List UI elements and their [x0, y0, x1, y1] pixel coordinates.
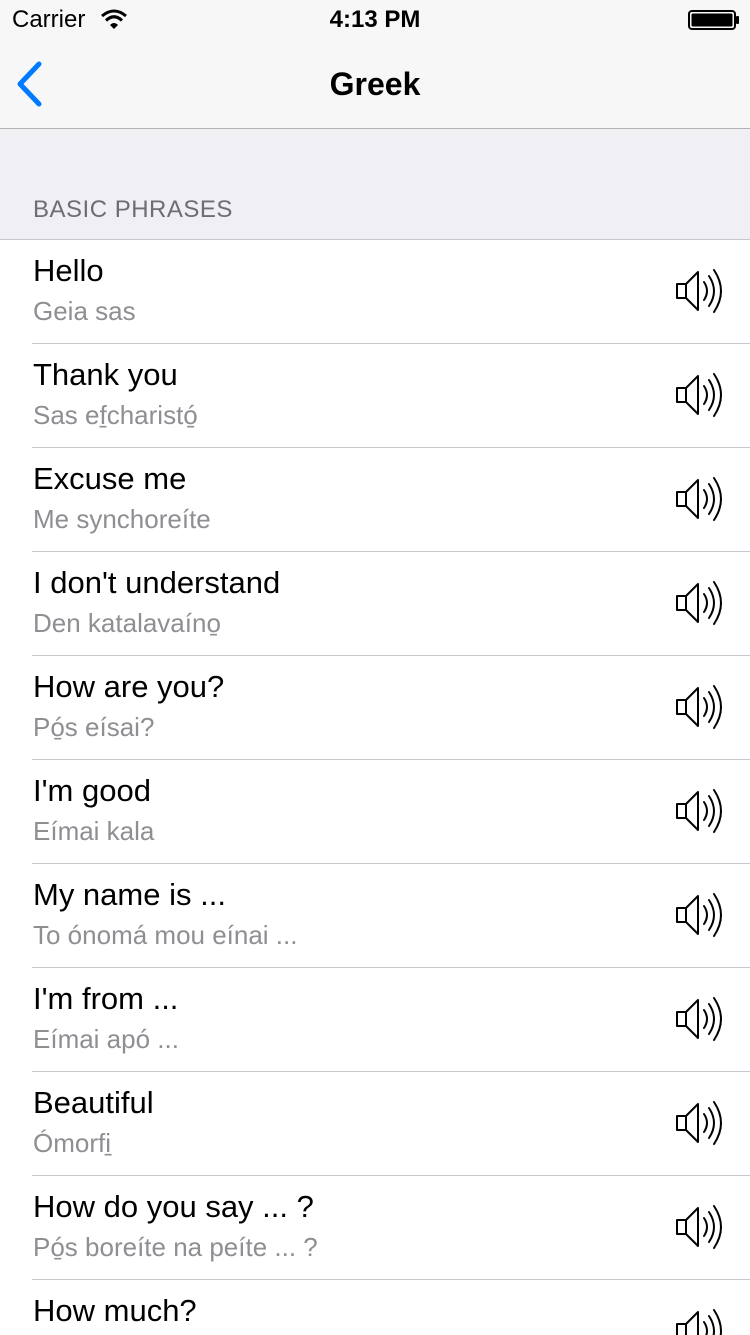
phrase-transliteration: Ómorfi̱	[33, 1128, 111, 1158]
phrase-row[interactable]: Beautiful Ómorfi̱	[0, 1072, 750, 1176]
clock: 4:13 PM	[329, 6, 421, 33]
speaker-icon[interactable]	[674, 1099, 726, 1147]
phrase-english: How do you say ... ?	[33, 1189, 314, 1224]
speaker-icon[interactable]	[674, 787, 726, 835]
phrase-english: Beautiful	[33, 1085, 154, 1120]
phrase-english: Excuse me	[33, 461, 187, 496]
phrase-transliteration: Pó̱s eísai?	[33, 712, 155, 742]
phrase-transliteration: To ónomá mou eínai ...	[33, 920, 298, 950]
phrase-row[interactable]: I don't understand Den katalavaíno̱	[0, 552, 750, 656]
speaker-icon[interactable]	[674, 267, 726, 315]
phrase-transliteration: Me synchoreíte	[33, 504, 211, 534]
phrase-english: How are you?	[33, 669, 225, 704]
phrase-row[interactable]: How are you? Pó̱s eísai?	[0, 656, 750, 760]
speaker-icon[interactable]	[674, 1307, 726, 1335]
phrase-transliteration: Den katalavaíno̱	[33, 608, 221, 638]
phrase-english: I'm from ...	[33, 981, 179, 1016]
phrase-english: I don't understand	[33, 565, 281, 600]
phrase-english: Thank you	[33, 357, 178, 392]
phrase-row[interactable]: How do you say ... ? Pó̱s boreíte na peít…	[0, 1176, 750, 1280]
phrase-row[interactable]: Excuse me Me synchoreíte	[0, 448, 750, 552]
phrase-english: My name is ...	[33, 877, 226, 912]
phrase-row[interactable]: Hello Geia sas	[0, 240, 750, 344]
phrase-english: I'm good	[33, 773, 151, 808]
phrase-english: Hello	[33, 253, 104, 288]
section-header: BASIC PHRASES	[33, 196, 233, 223]
speaker-icon[interactable]	[674, 475, 726, 523]
speaker-icon[interactable]	[674, 579, 726, 627]
phrase-list: Hello Geia sas Thank you Sas ef̱charistó̱ Ex…	[0, 239, 750, 1335]
phrase-transliteration: Geia sas	[33, 296, 136, 326]
speaker-icon[interactable]	[674, 1203, 726, 1251]
speaker-icon[interactable]	[674, 891, 726, 939]
phrase-row[interactable]: I'm from ... Eímai apó ...	[0, 968, 750, 1072]
page-title: Greek	[329, 66, 421, 102]
status-bar: Carrier 4:13 PM	[0, 0, 750, 40]
speaker-icon[interactable]	[674, 371, 726, 419]
phrase-row[interactable]: How much?	[0, 1280, 750, 1335]
phrase-row[interactable]: I'm good Eímai kala	[0, 760, 750, 864]
phrase-row[interactable]: Thank you Sas ef̱charistó̱	[0, 344, 750, 448]
phrase-english: How much?	[33, 1293, 197, 1328]
phrase-transliteration: Eímai kala	[33, 816, 155, 846]
battery-icon	[688, 10, 739, 30]
phrase-transliteration: Pó̱s boreíte na peíte ... ?	[33, 1232, 318, 1262]
phrase-transliteration: Sas ef̱charistó̱	[33, 400, 198, 430]
phrase-transliteration: Eímai apó ...	[33, 1024, 179, 1054]
speaker-icon[interactable]	[674, 683, 726, 731]
speaker-icon[interactable]	[674, 995, 726, 1043]
phrase-row[interactable]: My name is ... To ónomá mou eínai ...	[0, 864, 750, 968]
navigation-bar: Greek	[0, 40, 750, 129]
